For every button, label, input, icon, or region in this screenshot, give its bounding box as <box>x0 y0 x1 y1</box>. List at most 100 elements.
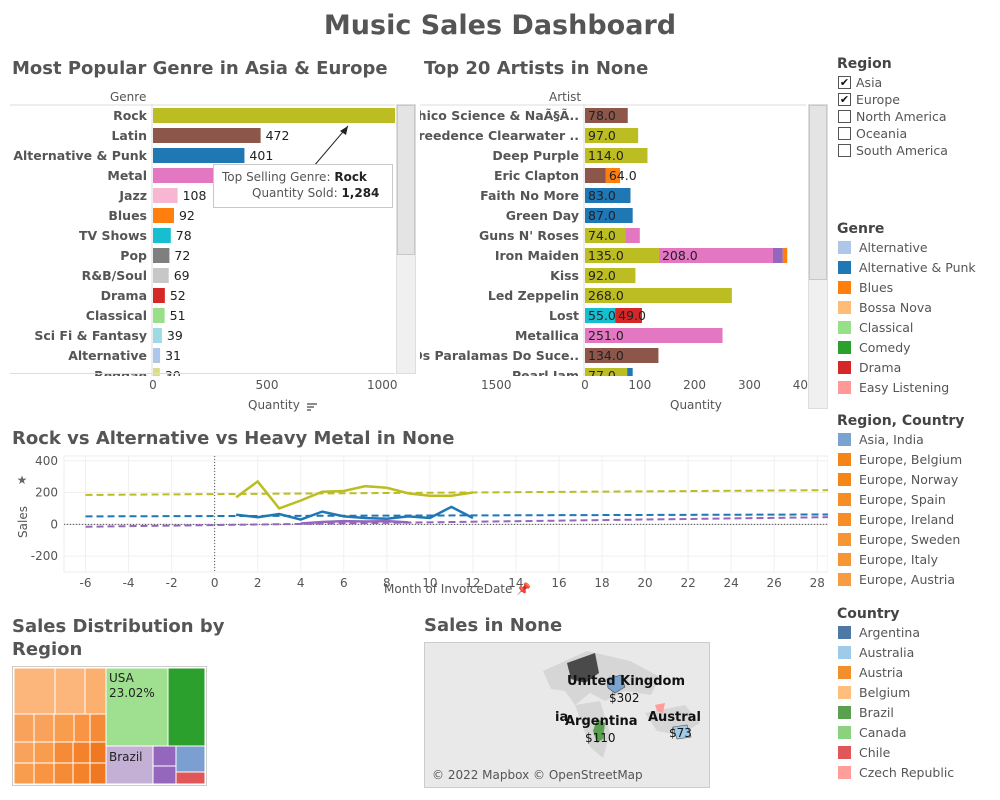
country-legend-item[interactable]: Argentina <box>838 623 920 641</box>
checkbox[interactable]: ✔ <box>838 75 851 89</box>
region-filter-item[interactable]: ✔ Europe <box>838 90 900 108</box>
artist-bar-segment[interactable] <box>782 248 788 263</box>
region-filter-item[interactable]: Oceania <box>838 124 907 142</box>
map-attribution[interactable]: © 2022 Mapbox © OpenStreetMap <box>432 768 643 782</box>
checkbox[interactable] <box>838 109 851 123</box>
genre-label[interactable]: Rock <box>113 108 148 123</box>
genre-legend-item[interactable]: Blues <box>838 278 893 296</box>
artist-value-label: 268.0 <box>588 288 624 303</box>
treemap-europe-cells[interactable] <box>14 668 107 784</box>
treemap-cell-oceania[interactable] <box>175 771 205 784</box>
genre-legend-item[interactable]: Easy Listening <box>838 378 949 396</box>
sort-icon[interactable] <box>306 401 318 411</box>
country-legend-item[interactable]: Canada <box>838 723 907 741</box>
genre-bar[interactable] <box>153 228 171 243</box>
genre-bar[interactable] <box>153 288 165 303</box>
genre-scrollbar[interactable] <box>396 104 416 374</box>
line-chart[interactable]: -6 -4 -2 0 2 4 6 8 10 12 14 16 18 20 22 24 26 284002000-2… <box>0 452 828 600</box>
artist-label[interactable]: Pearl Jam <box>512 368 579 376</box>
region-country-legend-item[interactable]: Europe, Italy <box>838 550 938 568</box>
region-country-legend-item[interactable]: Asia, India <box>838 430 924 448</box>
artist-label[interactable]: Green Day <box>506 208 579 223</box>
region-country-legend-item[interactable]: Europe, Norway <box>838 470 958 488</box>
genre-label[interactable]: Metal <box>107 168 147 183</box>
artist-label[interactable]: Led Zeppelin <box>488 288 579 303</box>
genre-bar[interactable] <box>153 328 162 343</box>
artist-label[interactable]: Metallica <box>515 328 579 343</box>
artist-bar-segment[interactable] <box>772 248 783 263</box>
country-legend-item[interactable]: Czech Republic <box>838 763 954 781</box>
genre-legend-item[interactable]: Alternative & Punk <box>838 258 976 276</box>
genre-label[interactable]: Pop <box>120 248 147 263</box>
genre-bar[interactable] <box>153 308 165 323</box>
artist-label[interactable]: Os Paralamas Do Suce.. <box>420 348 579 363</box>
checkbox[interactable] <box>838 126 851 140</box>
artist-label[interactable]: Creedence Clearwater .. <box>420 128 579 143</box>
genre-label[interactable]: Reggae <box>94 368 147 376</box>
genre-bar[interactable] <box>153 148 245 163</box>
sales-map[interactable]: United Kingdom $302 ia Argentina $110 Au… <box>424 642 710 788</box>
genre-bar[interactable] <box>153 108 395 123</box>
checkbox[interactable] <box>838 143 851 157</box>
region-country-legend-item[interactable]: Europe, Austria <box>838 570 955 588</box>
treemap-cell-asia[interactable] <box>175 745 205 773</box>
genre-label[interactable]: Sci Fi & Fantasy <box>34 328 147 343</box>
artist-scrollbar[interactable] <box>808 104 828 409</box>
region-filter-item[interactable]: North America <box>838 107 947 125</box>
genre-legend-item[interactable]: Drama <box>838 358 901 376</box>
treemap-cell-south-america-1[interactable] <box>152 745 177 767</box>
genre-label[interactable]: Blues <box>108 208 147 223</box>
genre-bar[interactable] <box>153 248 170 263</box>
genre-bar[interactable] <box>153 208 174 223</box>
artist-scrollbar-thumb[interactable] <box>809 105 827 280</box>
artist-label[interactable]: Eric Clapton <box>494 168 579 183</box>
genre-bar[interactable] <box>153 188 178 203</box>
country-legend-item[interactable]: Brazil <box>838 703 894 721</box>
artist-label[interactable]: Kiss <box>550 268 579 283</box>
genre-legend-item[interactable]: Comedy <box>838 338 911 356</box>
genre-label[interactable]: Alternative <box>68 348 147 363</box>
country-legend-item[interactable]: Australia <box>838 643 914 661</box>
artist-bar-segment[interactable] <box>585 168 606 183</box>
region-country-legend-item[interactable]: Europe, Ireland <box>838 510 954 528</box>
pin-icon[interactable]: 📌 <box>516 582 531 596</box>
genre-label[interactable]: Classical <box>86 308 147 323</box>
genre-bar[interactable] <box>153 368 160 376</box>
genre-bar[interactable] <box>153 268 169 283</box>
genre-bar[interactable] <box>153 348 161 363</box>
genre-label[interactable]: TV Shows <box>79 228 147 243</box>
region-country-legend-item[interactable]: Europe, Belgium <box>838 450 962 468</box>
genre-label[interactable]: R&B/Soul <box>82 268 147 283</box>
genre-label[interactable]: Jazz <box>118 188 147 203</box>
country-legend-item[interactable]: Belgium <box>838 683 910 701</box>
genre-label[interactable]: Drama <box>101 288 147 303</box>
artist-value-label: 208.0 <box>662 248 698 263</box>
treemap-cell-canada[interactable] <box>167 668 205 747</box>
treemap-cell-south-america-2[interactable] <box>152 765 177 784</box>
checkbox[interactable]: ✔ <box>838 92 851 106</box>
genre-legend-item[interactable]: Bossa Nova <box>838 298 932 316</box>
region-filter-item[interactable]: South America <box>838 141 948 159</box>
artist-bar-segment[interactable] <box>625 228 640 243</box>
country-legend-item[interactable]: Austria <box>838 663 903 681</box>
artist-label[interactable]: Lost <box>549 308 579 323</box>
artist-label[interactable]: Iron Maiden <box>495 248 579 263</box>
genre-bar[interactable] <box>153 128 261 143</box>
region-country-legend-item[interactable]: Europe, Spain <box>838 490 946 508</box>
artist-bar-segment[interactable] <box>627 368 633 376</box>
genre-scrollbar-thumb[interactable] <box>397 105 415 255</box>
artist-label[interactable]: Faith No More <box>480 188 579 203</box>
country-legend-item[interactable]: Chile <box>838 743 890 761</box>
genre-legend-item[interactable]: Alternative <box>838 238 928 256</box>
genre-label[interactable]: Latin <box>111 128 147 143</box>
genre-label[interactable]: Alternative & Punk <box>13 148 147 163</box>
artist-bar-chart[interactable]: Chico Science & NaÃ§Ã.. 78.0 Creedence Cle… <box>420 104 806 376</box>
pin-icon[interactable]: ★ <box>17 473 28 487</box>
region-country-legend-item[interactable]: Europe, Sweden <box>838 530 960 548</box>
artist-label[interactable]: Chico Science & NaÃ§Ã.. <box>420 108 579 123</box>
artist-label[interactable]: Guns N' Roses <box>479 228 579 243</box>
artist-label[interactable]: Deep Purple <box>492 148 579 163</box>
genre-value-label: 108 <box>183 188 207 203</box>
genre-legend-item[interactable]: Classical <box>838 318 913 336</box>
region-filter-item[interactable]: ✔ Asia <box>838 73 882 91</box>
